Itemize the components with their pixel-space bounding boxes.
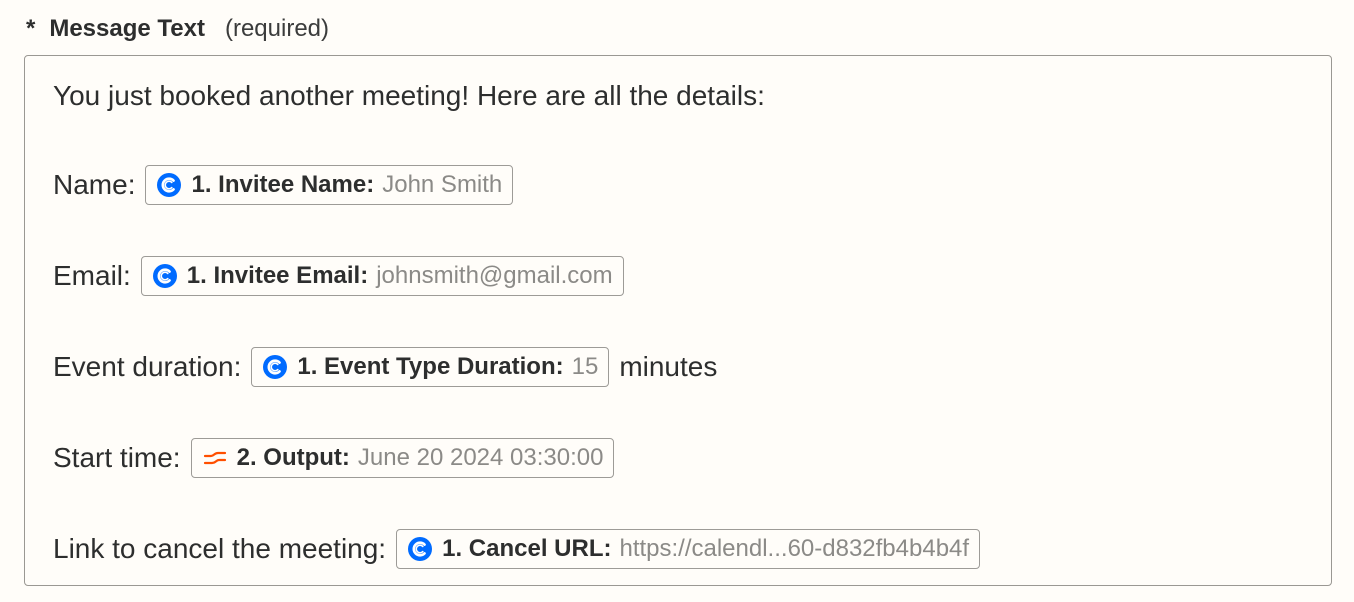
pill-key: 1. Event Type Duration: <box>297 353 564 380</box>
line-prefix: Email: <box>53 260 131 291</box>
line-prefix: Name: <box>53 169 136 200</box>
message-intro-text: You just booked another meeting! Here ar… <box>53 80 765 111</box>
pill-value: 15 <box>571 353 599 380</box>
message-text-editor[interactable]: You just booked another meeting! Here ar… <box>24 55 1332 586</box>
field-pill-cancel-url[interactable]: 1. Cancel URL: https://calendl...60-d832… <box>396 529 981 569</box>
line-prefix: Start time: <box>53 442 181 473</box>
pill-value: https://calendl...60-d832fb4b4b4f <box>619 535 970 562</box>
pill-key: 1. Invitee Email: <box>186 262 369 289</box>
pill-key: 1. Cancel URL: <box>442 535 612 562</box>
line-prefix: Event duration: <box>53 351 242 382</box>
field-pill-formatter-output[interactable]: 2. Output: June 20 2024 03:30:00 <box>190 438 615 478</box>
calendly-icon <box>406 535 434 563</box>
field-pill-invitee-name[interactable]: 1. Invitee Name: John Smith <box>145 165 514 205</box>
calendly-icon <box>155 171 183 199</box>
line-prefix: Link to cancel the meeting: <box>53 533 387 564</box>
required-marker: * <box>26 15 36 42</box>
pill-key: 1. Invitee Name: <box>191 171 375 198</box>
message-intro-line: You just booked another meeting! Here ar… <box>53 74 765 118</box>
pill-value: John Smith <box>382 171 503 198</box>
field-pill-event-type-duration[interactable]: 1. Event Type Duration: 15 <box>251 347 610 387</box>
field-label: * Message Text (required) <box>26 14 329 44</box>
formatter-icon <box>201 444 229 472</box>
message-line-event-duration: Event duration: 1. Event Type Duration: … <box>53 345 717 389</box>
field-label-text: Message Text <box>49 15 205 42</box>
pill-value: June 20 2024 03:30:00 <box>357 444 604 471</box>
message-line-cancel-link: Link to cancel the meeting: 1. Cancel UR… <box>53 527 981 571</box>
pill-value: johnsmith@gmail.com <box>376 262 613 289</box>
required-note: (required) <box>224 15 330 42</box>
calendly-icon <box>151 262 179 290</box>
message-line-start-time: Start time: 2. Output: June 20 2024 03:3… <box>53 436 615 480</box>
message-line-email: Email: 1. Invitee Email: johnsmith@gmail… <box>53 254 624 298</box>
pill-key: 2. Output: <box>236 444 350 471</box>
line-suffix: minutes <box>619 351 718 382</box>
calendly-icon <box>261 353 289 381</box>
field-pill-invitee-email[interactable]: 1. Invitee Email: johnsmith@gmail.com <box>140 256 624 296</box>
message-line-name: Name: 1. Invitee Name: John Smith <box>53 163 514 207</box>
